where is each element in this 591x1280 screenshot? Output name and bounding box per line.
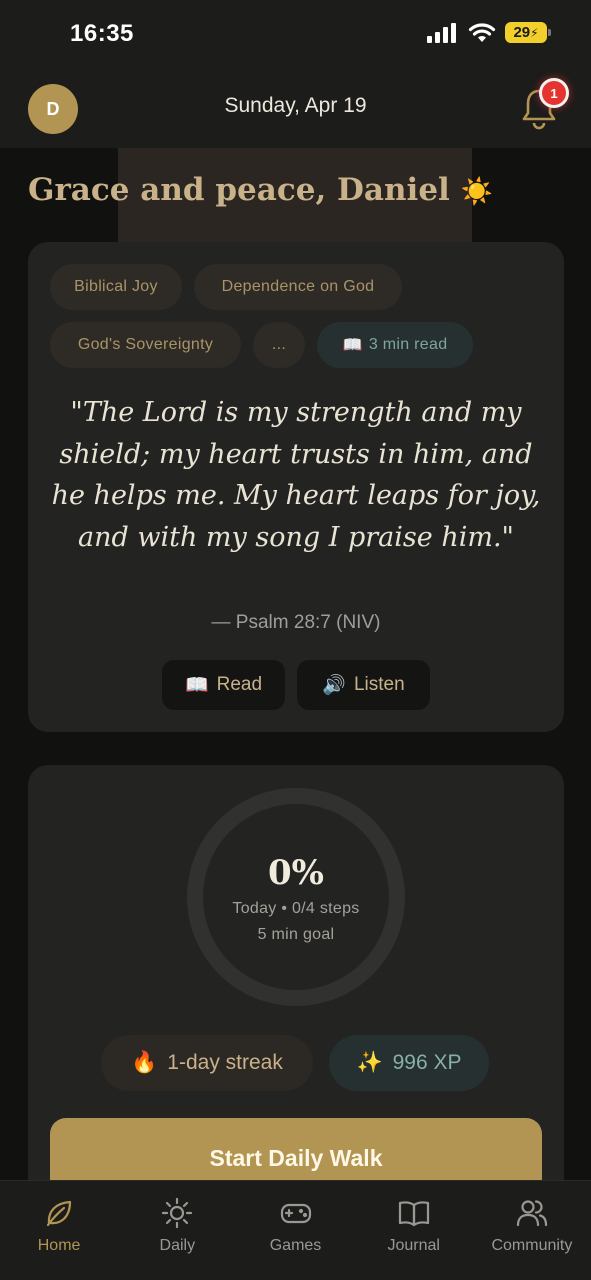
users-icon [516,1200,548,1227]
notification-badge: 1 [539,78,569,108]
tab-label: Journal [387,1237,440,1254]
verse-text: "The Lord is my strength and my shield; … [51,397,541,553]
fire-icon: 🔥 [131,1051,158,1074]
sparkles-icon: ✨ [356,1051,383,1074]
xp-label: 996 XP [392,1051,462,1074]
speaker-icon: 🔊 [322,675,346,696]
gamepad-icon [280,1203,311,1224]
wifi-icon [468,22,496,42]
sun-emoji-icon: ☀️ [460,177,494,207]
sun-icon [162,1197,193,1229]
read-button[interactable]: 📖 Read [162,660,285,710]
book-icon: 📖 [184,675,209,696]
more-tags-chip[interactable]: ... [253,322,305,368]
leaf-icon [46,1200,72,1227]
app-header: D Sunday, Apr 19 1 [0,66,591,148]
daily-progress-card: 0% Today • 0/4 steps 5 min goal 🔥 1-day … [28,765,564,1215]
tab-label: Home [37,1237,81,1254]
read-time-chip: 📖 3 min read [317,322,473,368]
xp-pill: ✨ 996 XP [329,1035,489,1091]
progress-percent: 0% [268,853,324,893]
streak-pill: 🔥 1-day streak [101,1035,313,1091]
streak-label: 1-day streak [167,1051,283,1074]
read-label: Read [216,674,263,695]
tag-chip[interactable]: God's Sovereignty [50,322,241,368]
progress-goal: 5 min goal [257,926,335,943]
battery-level: 29 [513,24,531,41]
tab-bar: Home Daily Games Journal Community [0,1180,591,1280]
tab-games[interactable]: Games [236,1181,354,1280]
progress-steps: Today • 0/4 steps [232,900,360,917]
status-time: 16:35 [70,20,134,47]
book-icon [398,1201,429,1227]
status-icons: 29 ⚡ [427,22,551,43]
tag-chip[interactable]: Biblical Joy [50,264,182,310]
progress-ring [187,788,405,1006]
tab-home[interactable]: Home [0,1181,118,1280]
tab-label: Games [269,1237,322,1254]
cellular-signal-icon [427,22,456,43]
battery-icon: 29 ⚡ [505,22,551,43]
verse-card: Biblical Joy Dependence on God God's Sov… [28,242,564,732]
tag-chip[interactable]: Dependence on God [194,264,402,310]
listen-label: Listen [353,674,405,695]
book-icon: 📖 [342,337,363,354]
read-time-label: 3 min read [368,336,448,353]
tab-label: Community [491,1237,573,1254]
verse-reference: — Psalm 28:7 (NIV) [211,612,381,633]
tab-journal[interactable]: Journal [355,1181,473,1280]
listen-button[interactable]: 🔊 Listen [297,660,430,710]
greeting: Grace and peace, Daniel ☀️ [28,172,493,208]
tab-community[interactable]: Community [473,1181,591,1280]
status-bar: 16:35 29 ⚡ [0,0,591,66]
header-date: Sunday, Apr 19 [224,94,367,117]
tab-daily[interactable]: Daily [118,1181,236,1280]
tab-label: Daily [159,1237,196,1254]
greeting-text: Grace and peace, Daniel [28,172,450,208]
